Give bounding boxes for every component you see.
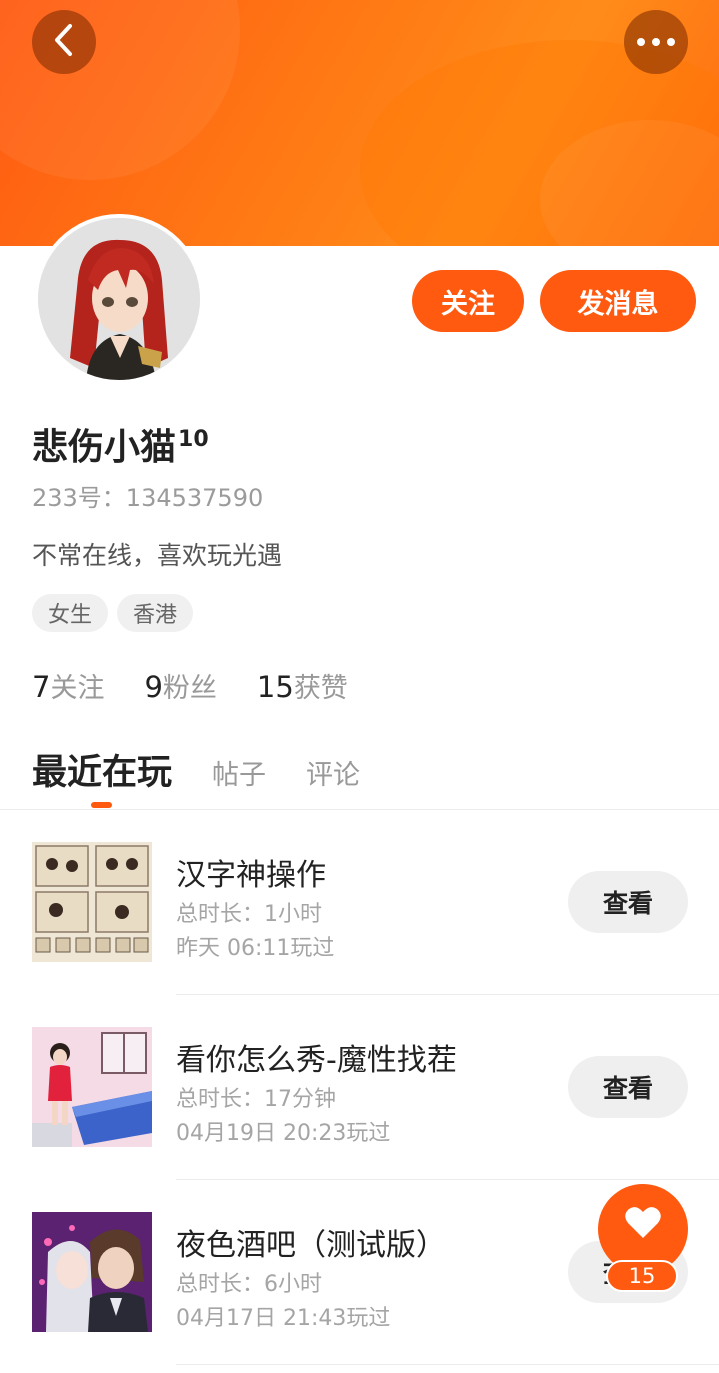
profile-tabs: 最近在玩 帖子 评论 <box>32 744 400 795</box>
view-game-button[interactable]: 查看 <box>568 1056 688 1118</box>
tag-region: 香港 <box>117 594 194 632</box>
stat-likes[interactable]: 15获赞 <box>257 666 348 705</box>
game-last-played: 04月19日 20:23玩过 <box>176 1121 391 1146</box>
stat-fans[interactable]: 9粉丝 <box>144 666 216 705</box>
username-text: 悲伤小猫 <box>32 427 177 468</box>
stat-likes-label: 获赞 <box>293 673 348 704</box>
game-title: 看你怎么秀-魔性找茬 <box>176 1043 457 1078</box>
stat-following-count: 7 <box>32 670 51 704</box>
username: 悲伤小猫10 <box>32 418 209 470</box>
game-duration: 总时长：17分钟 <box>176 1087 336 1112</box>
game-last-played: 昨天 06:11玩过 <box>176 936 335 961</box>
game-duration: 总时长：6小时 <box>176 1272 322 1297</box>
game-last-played: 04月17日 21:43玩过 <box>176 1306 391 1331</box>
user-stats: 7关注 9粉丝 15获赞 <box>32 666 348 705</box>
more-dots-icon <box>637 38 675 46</box>
user-id: 233号：134537590 <box>32 484 264 512</box>
stat-fans-label: 粉丝 <box>162 673 217 704</box>
user-bio: 不常在线，喜欢玩光遇 <box>32 541 283 570</box>
back-button[interactable] <box>32 10 96 74</box>
chevron-left-icon <box>53 23 75 61</box>
stat-likes-count: 15 <box>256 670 294 704</box>
tab-posts[interactable]: 帖子 <box>212 753 266 792</box>
game-thumbnail <box>32 1027 152 1147</box>
game-title: 汉字神操作 <box>176 858 326 893</box>
game-thumbnail <box>32 1212 152 1332</box>
view-game-button[interactable]: 查看 <box>568 871 688 933</box>
stat-fans-count: 9 <box>144 670 163 704</box>
game-list-item[interactable]: 看你怎么秀-魔性找茬 总时长：17分钟 04月19日 20:23玩过 查看 <box>0 995 719 1180</box>
send-message-button[interactable]: 发消息 <box>540 270 696 332</box>
game-duration: 总时长：1小时 <box>176 902 322 927</box>
profile-header-background <box>0 0 719 246</box>
level-badge: 10 <box>178 427 209 452</box>
tab-comments[interactable]: 评论 <box>306 753 360 792</box>
follow-button[interactable]: 关注 <box>412 270 524 332</box>
tag-gender: 女生 <box>32 594 109 632</box>
game-title: 夜色酒吧（测试版） <box>176 1228 446 1263</box>
game-list-item[interactable]: 汉字神操作 总时长：1小时 昨天 06:11玩过 查看 <box>0 810 719 995</box>
tab-recently-played[interactable]: 最近在玩 <box>32 744 172 795</box>
game-thumbnail <box>32 842 152 962</box>
user-tags: 女生 香港 <box>32 594 194 632</box>
stat-following-label: 关注 <box>50 673 105 704</box>
more-button[interactable] <box>624 10 688 74</box>
avatar[interactable] <box>34 214 204 384</box>
row-divider <box>176 1364 719 1365</box>
stat-following[interactable]: 7关注 <box>32 666 104 705</box>
active-tab-indicator <box>91 802 112 808</box>
like-count-badge: 15 <box>606 1260 678 1292</box>
heart-icon <box>624 1205 662 1243</box>
